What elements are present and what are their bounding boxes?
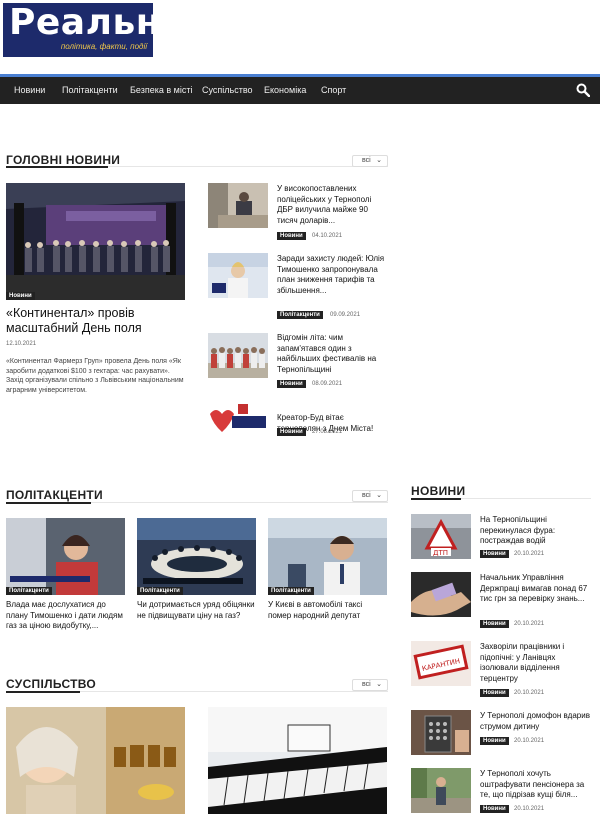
quarantine-picture: КАРАНТИН [411, 641, 471, 686]
news-date: 04.10.2021 [312, 233, 343, 239]
section-title-sidebar-news: НОВИНИ [411, 484, 466, 498]
featured-title[interactable]: «Континентал» провів масштабний День пол… [6, 306, 186, 336]
nav-item-city-safety[interactable]: Безпека в місті [130, 85, 192, 95]
portrait-picture [268, 518, 387, 595]
category-badge[interactable]: Новини [480, 550, 509, 558]
section-title-society: СУСПІЛЬСТВО [6, 677, 97, 691]
site-logo[interactable]: Реально політика, факти, події [3, 3, 186, 57]
news-date: 20.10.2021 [514, 738, 545, 744]
sidebar-news-title[interactable]: У Тернополі домофон вдарив струмом дитин… [480, 711, 590, 732]
news-thumb[interactable] [208, 333, 268, 378]
news-thumb[interactable] [208, 253, 268, 298]
society-image[interactable] [6, 707, 185, 814]
sidebar-news-title[interactable]: У Тернополі хочуть оштрафувати пенсіонер… [480, 769, 590, 801]
sidebar-thumb[interactable] [411, 710, 471, 755]
nav-item-economy[interactable]: Економіка [264, 85, 306, 95]
nav-item-society[interactable]: Суспільство [202, 85, 253, 95]
main-news-filter[interactable]: всі ⌄ [352, 155, 388, 167]
society-image[interactable] [208, 707, 387, 814]
politics-filter[interactable]: всі ⌄ [352, 490, 388, 502]
category-badge[interactable]: Новини [277, 428, 306, 436]
sidebar-news-title[interactable]: Начальник Управління Держпраці вимагав п… [480, 573, 590, 605]
game-art-picture [6, 707, 185, 814]
nav-item-sport[interactable]: Спорт [321, 85, 346, 95]
svg-text:ДТП: ДТП [433, 549, 448, 557]
politics-image[interactable]: Політакценти [268, 518, 387, 595]
news-thumb[interactable] [208, 402, 268, 447]
news-date: 20.10.2021 [514, 806, 545, 812]
main-navigation: Новини Політакценти Безпека в місті Сусп… [0, 74, 600, 104]
politics-image[interactable]: Політакценти [6, 518, 125, 595]
sidebar-thumb[interactable]: ДТП [411, 514, 471, 559]
featured-image[interactable]: Новини [6, 183, 185, 300]
news-thumb[interactable] [208, 183, 268, 228]
category-badge[interactable]: Політакценти [277, 311, 323, 319]
filter-label: всі [362, 157, 371, 164]
logo-title: Реально [9, 2, 187, 43]
featured-excerpt: «Континентал Фармерз Груп» провела День … [6, 358, 184, 394]
interview-picture [6, 518, 125, 595]
politics-title[interactable]: Влада має дослухатися до плану Тимошенко… [6, 600, 124, 632]
nav-item-politics[interactable]: Політакценти [62, 85, 118, 95]
section-underline [6, 691, 80, 693]
category-badge[interactable]: Новини [277, 232, 306, 240]
category-badge[interactable]: Новини [480, 620, 509, 628]
category-badge[interactable]: Новини [277, 380, 306, 388]
politics-title[interactable]: У Києві в автомобілі таксі помер народни… [268, 600, 386, 621]
category-tag[interactable]: Політакценти [6, 587, 52, 595]
sidebar-news-title[interactable]: Захворіли працівники і підопічні: у Лані… [480, 642, 590, 684]
logo-tagline: політика, факти, події [60, 42, 147, 51]
news-date: 20.10.2021 [514, 621, 545, 627]
section-title-main-news: ГОЛОВНІ НОВИНИ [6, 153, 121, 167]
news-date: 08.09.2021 [312, 381, 343, 387]
category-tag[interactable]: Політакценти [137, 587, 183, 595]
filter-label: всі [362, 681, 371, 688]
category-badge[interactable]: Новини [480, 689, 509, 697]
category-badge[interactable]: Новини [480, 737, 509, 745]
nav-item-news[interactable]: Новини [14, 85, 45, 95]
section-underline [411, 498, 461, 500]
category-tag[interactable]: Політакценти [268, 587, 314, 595]
sidebar-thumb[interactable] [411, 768, 471, 813]
section-title-politics: ПОЛІТАКЦЕНТИ [6, 488, 103, 502]
news-date: 27.08.2021 [312, 429, 343, 435]
crowd-picture [208, 333, 268, 378]
filter-label: всі [362, 492, 371, 499]
society-filter[interactable]: всі ⌄ [352, 679, 388, 691]
news-date: 20.10.2021 [514, 690, 545, 696]
chevron-down-icon: ⌄ [376, 492, 382, 499]
sidebar-thumb[interactable]: КАРАНТИН [411, 641, 471, 686]
news-title[interactable]: Заради захисту людей: Юлія Тимошенко зап… [277, 254, 387, 296]
category-badge[interactable]: Новини [480, 805, 509, 813]
politics-image[interactable]: Політакценти [137, 518, 256, 595]
accident-picture: ДТП [411, 514, 471, 559]
pensioner-picture [411, 768, 471, 813]
chevron-down-icon: ⌄ [376, 157, 382, 164]
section-underline [6, 166, 108, 168]
section-underline [6, 502, 91, 504]
news-title[interactable]: Відгомін літа: чим запам'ятався один з н… [277, 333, 387, 375]
chevron-down-icon: ⌄ [376, 681, 382, 688]
news-date: 09.09.2021 [330, 312, 361, 318]
sidebar-news-title[interactable]: На Тернопільщині перекинулася фура: пост… [480, 515, 590, 547]
piano-picture [208, 707, 387, 814]
featured-date: 12.10.2021 [6, 341, 37, 347]
office-picture [208, 183, 268, 228]
politics-title[interactable]: Чи дотримається уряд обіцянки не підвищу… [137, 600, 255, 621]
city-sign-picture [208, 402, 268, 447]
intercom-picture [411, 710, 471, 755]
sidebar-thumb[interactable] [411, 572, 471, 617]
speaker-picture [208, 253, 268, 298]
news-date: 20.10.2021 [514, 551, 545, 557]
category-tag[interactable]: Новини [6, 292, 35, 300]
search-icon[interactable] [576, 83, 590, 97]
bribe-picture [411, 572, 471, 617]
conference-picture [137, 518, 256, 595]
stage-picture [6, 183, 185, 300]
news-title[interactable]: У високопоставлених поліцейських у Терно… [277, 184, 387, 226]
